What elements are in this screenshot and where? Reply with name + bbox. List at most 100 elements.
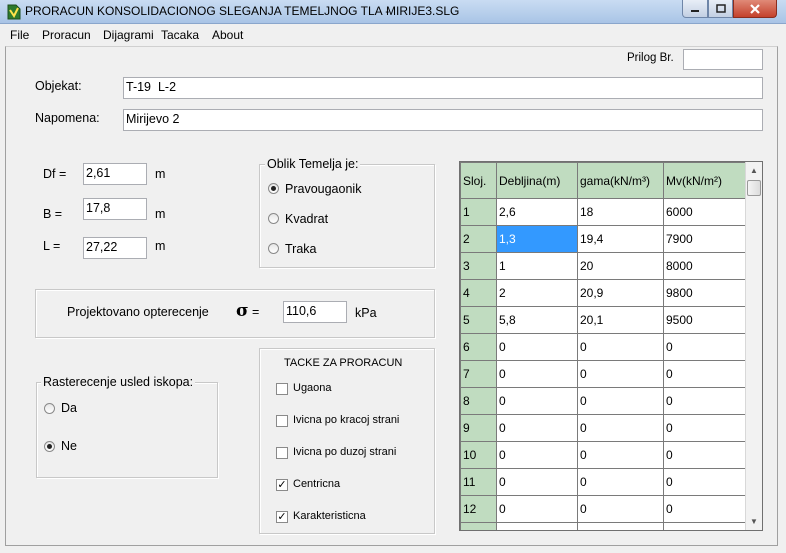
menu-dijagrami[interactable]: Dijagrami <box>103 28 154 42</box>
grid-cell-rowhdr[interactable]: 2 <box>460 225 497 253</box>
scroll-thumb[interactable] <box>747 180 761 196</box>
grid-cell-gama[interactable]: 0 <box>577 333 664 361</box>
grid-cell-gama[interactable]: 18 <box>577 198 664 226</box>
radio-ne-label[interactable]: Ne <box>61 439 77 453</box>
radio-traka[interactable] <box>268 243 279 254</box>
grid-cell-debljina[interactable]: 0 <box>496 468 578 496</box>
prilog-input[interactable] <box>683 49 763 70</box>
grid-cell-debljina[interactable]: 0 <box>496 333 578 361</box>
grid-cell-mv[interactable]: 8000 <box>663 252 747 280</box>
menu-proracun[interactable]: Proracun <box>42 28 91 42</box>
grid-cell-debljina[interactable]: 5,8 <box>496 306 578 334</box>
grid-cell-rowhdr[interactable]: 13 <box>460 522 497 530</box>
grid-cell-debljina[interactable]: 2,6 <box>496 198 578 226</box>
grid-cell-debljina[interactable]: 0 <box>496 414 578 442</box>
grid-cell-rowhdr[interactable]: 3 <box>460 252 497 280</box>
grid-cell-rowhdr[interactable]: 12 <box>460 495 497 523</box>
header-debljina: Debljina(m) <box>496 162 578 199</box>
menu-tacaka[interactable]: Tacaka <box>161 28 199 42</box>
grid-cell-mv[interactable]: 0 <box>663 495 747 523</box>
tacke-checkbox-3[interactable] <box>276 447 288 459</box>
grid-cell-mv[interactable]: 6000 <box>663 198 747 226</box>
tacke-checkbox-label-1[interactable]: Ugaona <box>293 382 332 394</box>
b-input[interactable]: 17,8 <box>83 198 147 220</box>
maximize-button[interactable] <box>708 0 733 18</box>
grid-cell-rowhdr[interactable]: 4 <box>460 279 497 307</box>
grid-cell-debljina[interactable]: 1,3 <box>496 225 578 253</box>
grid-cell-mv[interactable]: 7900 <box>663 225 747 253</box>
grid-cell-mv[interactable]: 0 <box>663 468 747 496</box>
title-bar[interactable]: PRORACUN KONSOLIDACIONOG SLEGANJA TEMELJ… <box>0 0 786 24</box>
menu-file[interactable]: File <box>10 28 29 42</box>
grid-cell-debljina[interactable]: 0 <box>496 495 578 523</box>
objekat-input[interactable]: T-19 L-2 <box>123 77 763 99</box>
minimize-button[interactable] <box>682 0 708 18</box>
grid-cell-rowhdr[interactable]: 8 <box>460 387 497 415</box>
grid-cell-rowhdr[interactable]: 6 <box>460 333 497 361</box>
radio-da-label[interactable]: Da <box>61 401 77 415</box>
grid-cell-mv[interactable]: 0 <box>663 441 747 469</box>
grid-cell-debljina[interactable]: 0 <box>496 360 578 388</box>
grid-cell-gama[interactable]: 0 <box>577 441 664 469</box>
tacke-checkbox-label-3[interactable]: Ivicna po duzoj strani <box>293 446 396 458</box>
grid-cell-mv[interactable]: 0 <box>663 333 747 361</box>
grid-cell-debljina[interactable]: 2 <box>496 279 578 307</box>
grid-cell-debljina[interactable]: 0 <box>496 522 578 530</box>
radio-kvadrat[interactable] <box>268 213 279 224</box>
menu-about[interactable]: About <box>212 28 243 42</box>
radio-kvadrat-label[interactable]: Kvadrat <box>285 212 328 226</box>
rasterecenje-group <box>36 382 218 478</box>
grid-cell-mv[interactable]: 0 <box>663 360 747 388</box>
df-input[interactable]: 2,61 <box>83 163 147 185</box>
grid-cell-rowhdr[interactable]: 7 <box>460 360 497 388</box>
grid-cell-mv[interactable]: 9500 <box>663 306 747 334</box>
napomena-input[interactable]: Mirijevo 2 <box>123 109 763 131</box>
tacke-checkbox-2[interactable] <box>276 415 288 427</box>
grid-cell-gama[interactable]: 0 <box>577 360 664 388</box>
grid-cell-mv[interactable]: 0 <box>663 414 747 442</box>
grid-cell-rowhdr[interactable]: 1 <box>460 198 497 226</box>
grid-cell-debljina[interactable]: 1 <box>496 252 578 280</box>
grid-cell-gama[interactable]: 0 <box>577 387 664 415</box>
grid-row: 4 2 20,9 9800 <box>460 279 747 307</box>
tacke-checkbox-label-4[interactable]: Centricna <box>293 478 340 490</box>
grid-cell-debljina[interactable]: 0 <box>496 441 578 469</box>
grid-cell-debljina[interactable]: 0 <box>496 387 578 415</box>
grid-cell-gama[interactable]: 20 <box>577 252 664 280</box>
grid-cell-mv[interactable]: 0 <box>663 522 747 530</box>
grid-cell-rowhdr[interactable]: 10 <box>460 441 497 469</box>
prilog-label: Prilog Br. <box>627 52 674 64</box>
grid-row: 11 0 0 0 <box>460 468 747 496</box>
grid-cell-rowhdr[interactable]: 11 <box>460 468 497 496</box>
grid-cell-gama[interactable]: 0 <box>577 495 664 523</box>
scroll-down-icon[interactable]: ▼ <box>746 513 762 530</box>
grid-cell-mv[interactable]: 9800 <box>663 279 747 307</box>
grid-cell-gama[interactable]: 0 <box>577 468 664 496</box>
tacke-checkbox-5[interactable]: ✓ <box>276 511 288 523</box>
tacke-checkbox-4[interactable]: ✓ <box>276 479 288 491</box>
tacke-checkbox-1[interactable] <box>276 383 288 395</box>
radio-ne[interactable] <box>44 441 55 452</box>
l-input[interactable]: 27,22 <box>83 237 147 259</box>
radio-pravougaonik[interactable] <box>268 183 279 194</box>
grid-row: 10 0 0 0 <box>460 441 747 469</box>
header-gama: gama(kN/m³) <box>577 162 664 199</box>
grid-cell-mv[interactable]: 0 <box>663 387 747 415</box>
tacke-checkbox-label-5[interactable]: Karakteristicna <box>293 510 366 522</box>
radio-traka-label[interactable]: Traka <box>285 242 317 256</box>
scroll-up-icon[interactable]: ▲ <box>746 162 762 179</box>
grid-cell-gama[interactable]: 19,4 <box>577 225 664 253</box>
grid-cell-gama[interactable]: 0 <box>577 414 664 442</box>
grid-cell-gama[interactable]: 20,1 <box>577 306 664 334</box>
grid-cell-rowhdr[interactable]: 5 <box>460 306 497 334</box>
grid-cell-rowhdr[interactable]: 9 <box>460 414 497 442</box>
tacke-checkbox-label-2[interactable]: Ivicna po kracoj strani <box>293 414 399 426</box>
opterecenje-input[interactable]: 110,6 <box>283 301 347 323</box>
radio-da[interactable] <box>44 403 55 414</box>
close-button[interactable] <box>733 0 777 18</box>
layers-grid[interactable]: Sloj. Debljina(m) gama(kN/m³) Mv(kN/m²) … <box>459 161 763 531</box>
grid-scrollbar[interactable]: ▲ ▼ <box>745 162 762 530</box>
grid-cell-gama[interactable]: 20,9 <box>577 279 664 307</box>
grid-cell-gama[interactable]: 0 <box>577 522 664 530</box>
radio-pravougaonik-label[interactable]: Pravougaonik <box>285 182 361 196</box>
